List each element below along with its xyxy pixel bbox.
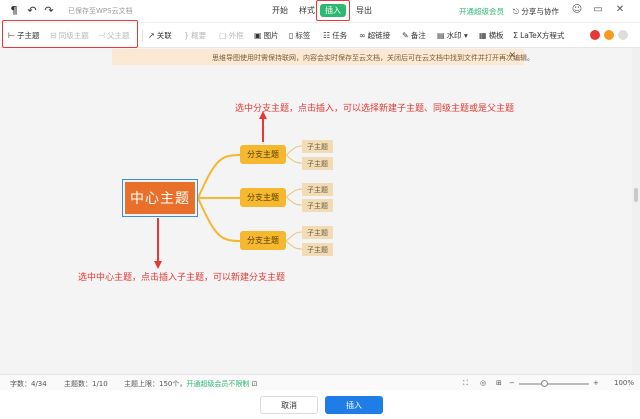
sub-topic[interactable]: 子主题 <box>302 243 333 256</box>
connector-line <box>197 197 241 242</box>
branch-topic[interactable]: 分支主题 <box>240 231 286 250</box>
zoom-slider[interactable] <box>519 383 589 385</box>
status-bar: 字数：4/34 主题数：1/10 主题上限：150个，开通超级会员不限制 ⊡ ⛶… <box>0 374 640 390</box>
connector-line <box>285 196 303 206</box>
sub-topic[interactable]: 子主题 <box>302 157 333 170</box>
sub-topic[interactable]: 子主题 <box>302 199 333 212</box>
annotation-branch: 选中分支主题，点击插入，可以选择新建子主题、同级主题或是父主题 <box>235 104 515 114</box>
connector-line <box>285 231 303 242</box>
sub-topic[interactable]: 子主题 <box>302 226 333 239</box>
fit-icon[interactable]: ⛶ <box>463 379 468 388</box>
topic-count: 主题数：1/10 <box>64 380 108 388</box>
scrollbar-thumb[interactable] <box>634 188 638 202</box>
connector-line <box>285 240 303 250</box>
sub-topic[interactable]: 子主题 <box>302 140 333 153</box>
central-topic[interactable]: 中心主题 <box>122 179 198 217</box>
word-count: 字数：4/34 <box>10 380 47 388</box>
branch-topic[interactable]: 分支主题 <box>240 188 286 207</box>
central-topic-label: 中心主题 <box>125 182 195 214</box>
dialog-footer: 取消 插入 <box>0 390 640 419</box>
connector-line <box>285 188 303 198</box>
topic-limit: 主题上限：150个，开通超级会员不限制 ⊡ <box>124 380 258 388</box>
zoom-level: 100% <box>614 379 635 387</box>
cancel-button[interactable]: 取消 <box>260 396 318 414</box>
connector-line <box>197 154 241 199</box>
grid-icon[interactable]: ⊞ <box>496 379 502 387</box>
annotation-arrowhead <box>154 261 162 269</box>
info-icon: ⊡ <box>251 380 258 388</box>
zoom-slider-knob[interactable] <box>541 380 548 387</box>
branch-topic[interactable]: 分支主题 <box>240 145 286 164</box>
zoom-in-icon[interactable]: + <box>593 379 599 387</box>
locate-icon[interactable]: ◎ <box>480 379 486 387</box>
insert-button[interactable]: 插入 <box>325 396 383 414</box>
annotation-central: 选中中心主题，点击插入子主题，可以新建分支主题 <box>78 273 286 283</box>
zoom-out-icon[interactable]: − <box>509 379 515 387</box>
sub-topic[interactable]: 子主题 <box>302 183 333 196</box>
connector-line <box>285 145 303 156</box>
upgrade-link[interactable]: 开通超级会员不限制 <box>186 380 249 388</box>
connector-line <box>285 154 303 164</box>
vertical-scrollbar[interactable] <box>632 48 640 374</box>
